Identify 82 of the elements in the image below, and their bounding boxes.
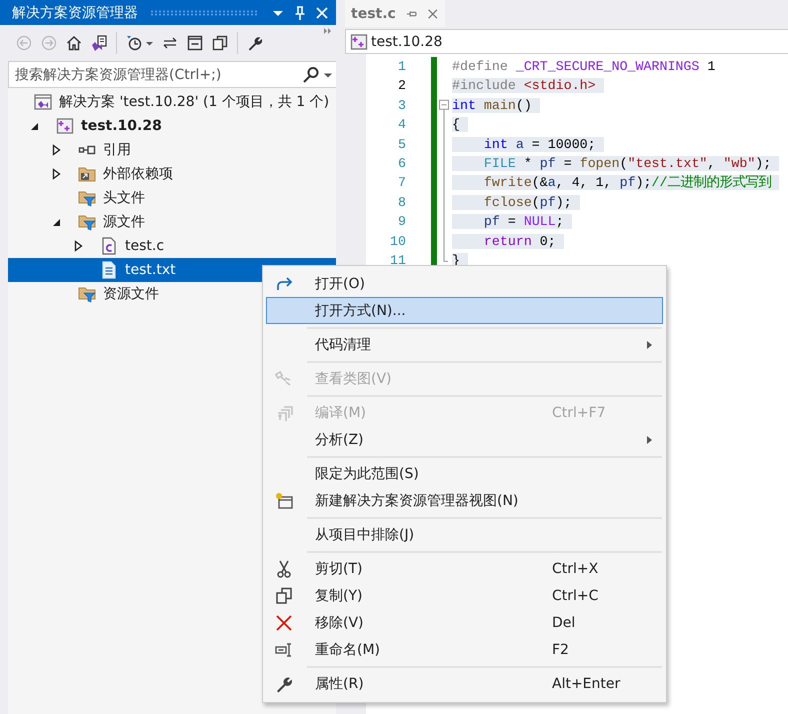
home-icon[interactable]: [66, 35, 82, 51]
menu-item[interactable]: 打开方式(N)...: [266, 297, 663, 324]
build-icon: [275, 404, 293, 422]
sync-arrows-icon[interactable]: [162, 35, 178, 51]
delete-x-icon: [275, 614, 293, 632]
menu-item[interactable]: 重命名(M) F2: [266, 636, 663, 663]
copy-icon: [275, 586, 293, 604]
code-line: #include <stdio.h>: [452, 76, 788, 96]
scissors-icon: [275, 560, 293, 578]
search-icon[interactable]: [302, 66, 320, 84]
history-clock-icon[interactable]: [126, 35, 142, 51]
project-icon: [350, 32, 368, 50]
dropdown-caret-icon[interactable]: [324, 70, 332, 78]
close-icon[interactable]: [427, 6, 439, 20]
tree-item[interactable]: 外部依赖项: [8, 162, 336, 186]
folder-filter-icon: [78, 213, 96, 231]
tree-item[interactable]: 引用: [8, 138, 336, 162]
line-number: 3: [397, 96, 406, 115]
code-line: int main(): [452, 96, 788, 116]
wrench-icon: [275, 674, 293, 692]
line-number: 7: [397, 174, 406, 192]
tree-item[interactable]: 解决方案 'test.10.28' (1 个项目，共 1 个): [8, 90, 336, 114]
solution-icon: [34, 93, 52, 111]
search-box[interactable]: 搜索解决方案资源管理器(Ctrl+;): [8, 61, 336, 88]
line-number: 4: [397, 116, 406, 134]
menu-item[interactable]: 从项目中排除(J): [266, 521, 663, 548]
line-number: 8: [397, 194, 406, 212]
menu-item[interactable]: 分析(Z): [266, 426, 663, 453]
collapsed-triangle-icon[interactable]: [50, 144, 62, 156]
new-window-icon: [275, 492, 293, 510]
line-number: 2: [397, 77, 406, 96]
line-number: 11: [389, 252, 406, 270]
tree-item[interactable]: test.c: [8, 234, 336, 258]
menu-item[interactable]: 新建解决方案资源管理器视图(N): [266, 487, 663, 514]
code-line: int a = 10000;: [452, 134, 788, 154]
collapsed-triangle-icon[interactable]: [50, 168, 62, 180]
show-all-files-icon[interactable]: [212, 35, 228, 51]
collapsed-triangle-icon[interactable]: [72, 240, 84, 252]
folder-icon: [78, 165, 96, 183]
shortcut-text: Ctrl+X: [552, 560, 600, 576]
menu-item[interactable]: 属性(R) Alt+Enter: [266, 670, 663, 697]
menu-item[interactable]: 复制(Y) Ctrl+C: [266, 582, 663, 609]
project-name: test.10.28: [371, 34, 442, 50]
close-icon[interactable]: [314, 4, 330, 20]
menu-item[interactable]: 限定为此范围(S): [266, 460, 663, 487]
folder-filter-icon: [78, 189, 96, 207]
text-file-icon: [100, 261, 118, 279]
line-number: 10: [389, 232, 406, 251]
c-file-icon: [100, 237, 118, 255]
code-line: pf = NULL;: [452, 212, 788, 232]
code-line: fclose(pf);: [452, 192, 788, 212]
redo-arrow-icon: [275, 274, 293, 292]
project-icon: [56, 117, 74, 135]
menu-item[interactable]: 移除(V) Del: [266, 609, 663, 636]
tree-item[interactable]: 头文件: [8, 186, 336, 210]
class-diagram-icon: [275, 370, 293, 388]
editor-tab[interactable]: test.c: [345, 0, 445, 27]
overflow-chevron-icon[interactable]: [324, 28, 332, 34]
shortcut-text: Alt+Enter: [552, 676, 622, 692]
shortcut-text: Ctrl+C: [552, 588, 600, 604]
code-line: #define _CRT_SECURE_NO_WARNINGS 1: [452, 58, 716, 76]
wrench-icon[interactable]: [247, 35, 263, 51]
tree-item[interactable]: test.10.28: [8, 114, 336, 138]
line-number: 5: [397, 136, 406, 154]
shortcut-text: Ctrl+F7: [552, 404, 607, 420]
line-number: 1: [397, 58, 406, 76]
menu-item[interactable]: 代码清理: [266, 331, 663, 358]
menu-item[interactable]: 剪切(T) Ctrl+X: [266, 555, 663, 582]
shortcut-text: F2: [552, 642, 570, 658]
collapse-all-icon[interactable]: [187, 35, 203, 51]
tree-item[interactable]: 源文件: [8, 210, 336, 234]
code-line: {: [452, 115, 788, 135]
line-number: 9: [397, 213, 406, 232]
solution-switch-icon[interactable]: [91, 35, 107, 51]
line-number: 6: [397, 154, 406, 173]
search-field[interactable]: 搜索解决方案资源管理器(Ctrl+;): [15, 66, 298, 82]
navigation-bar[interactable]: test.10.28: [345, 29, 788, 54]
code-line: return 0;: [452, 232, 788, 251]
shortcut-text: Del: [552, 614, 576, 630]
folder-filter-icon: [78, 285, 96, 303]
panel-title: 解决方案资源管理器: [12, 4, 138, 22]
rename-icon: [275, 640, 293, 658]
